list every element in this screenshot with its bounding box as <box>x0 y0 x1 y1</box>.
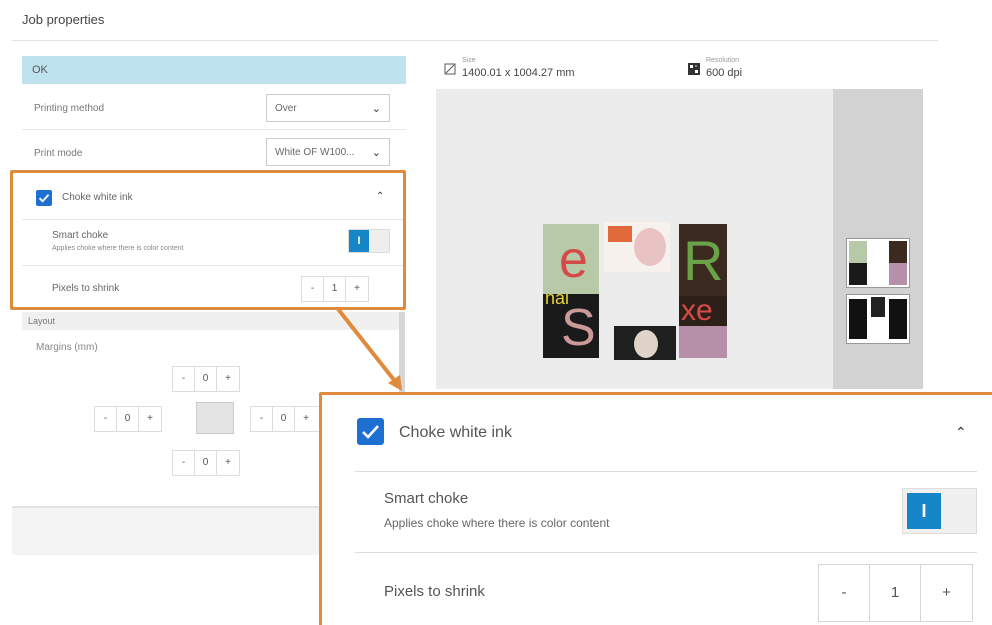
decrement-button[interactable]: - <box>173 367 195 391</box>
ok-status-bar[interactable]: OK <box>22 56 406 84</box>
print-mode-row: Print mode White OF W100... ⌄ <box>22 130 406 174</box>
margin-right-value[interactable]: 0 <box>273 407 295 431</box>
increment-button[interactable]: + <box>217 451 239 475</box>
preview-tile: e <box>543 224 599 294</box>
tile-glyph: S <box>561 299 596 357</box>
zoom-choke-label: Choke white ink <box>399 424 512 441</box>
divider <box>355 552 977 553</box>
preview-tile-photo <box>614 326 676 360</box>
zoom-pixels-to-shrink-label: Pixels to shrink <box>384 583 485 600</box>
printing-method-value: Over <box>275 103 297 114</box>
tile-glyph: xe <box>681 296 713 327</box>
zoom-pixels-value[interactable]: 1 <box>870 565 921 621</box>
divider <box>355 471 977 472</box>
margin-bottom-stepper[interactable]: - 0 + <box>172 450 240 476</box>
margin-preview-square <box>196 402 234 434</box>
title-divider <box>12 40 938 41</box>
preview-tile: R <box>679 224 727 296</box>
margin-bottom-value[interactable]: 0 <box>195 451 217 475</box>
zoom-smart-choke-toggle[interactable]: I <box>902 488 977 534</box>
thumbnail-page-2[interactable] <box>846 294 910 344</box>
printing-method-label: Printing method <box>34 103 105 114</box>
preview-tile: xe <box>679 296 727 358</box>
increment-button[interactable]: + <box>921 565 972 621</box>
window-title: Job properties <box>22 12 105 27</box>
print-mode-value: White OF W100... <box>275 147 355 158</box>
chevron-down-icon: ⌄ <box>371 103 381 115</box>
highlight-callout-source <box>10 170 406 310</box>
decrement-button[interactable]: - <box>251 407 273 431</box>
zoom-smart-choke-description: Applies choke where there is color conte… <box>384 516 610 530</box>
decrement-button[interactable]: - <box>173 451 195 475</box>
printing-method-row: Printing method Over ⌄ <box>22 86 406 130</box>
increment-button[interactable]: + <box>295 407 317 431</box>
resolution-icon <box>688 63 700 75</box>
resolution-value: 600 dpi <box>706 67 743 79</box>
print-mode-select[interactable]: White OF W100... ⌄ <box>266 138 390 166</box>
margin-left-value[interactable]: 0 <box>117 407 139 431</box>
check-icon <box>362 425 379 439</box>
tile-glyph: e <box>559 231 588 289</box>
size-value: 1400.01 x 1004.27 mm <box>462 67 575 79</box>
increment-button[interactable]: + <box>217 367 239 391</box>
print-mode-label: Print mode <box>34 148 83 159</box>
callout-arrow-icon <box>336 307 402 391</box>
chevron-down-icon: ⌄ <box>371 147 381 159</box>
thumbnail-page-1[interactable] <box>846 238 910 288</box>
size-caption: Size <box>462 57 476 64</box>
tile-glyph: R <box>683 229 724 292</box>
preview-tile-photo <box>604 222 670 272</box>
preview-tile: hai S <box>543 294 599 358</box>
margin-right-stepper[interactable]: - 0 + <box>250 406 320 432</box>
decrement-button[interactable]: - <box>95 407 117 431</box>
printing-method-select[interactable]: Over ⌄ <box>266 94 390 122</box>
zoom-pixels-stepper[interactable]: - 1 + <box>818 564 973 622</box>
resolution-caption: Resolution <box>706 57 740 64</box>
margins-label: Margins (mm) <box>36 342 98 353</box>
margin-left-stepper[interactable]: - 0 + <box>94 406 162 432</box>
decrement-button[interactable]: - <box>819 565 870 621</box>
margin-top-value[interactable]: 0 <box>195 367 217 391</box>
size-icon <box>444 63 456 75</box>
zoom-choke-checkbox[interactable] <box>357 418 384 445</box>
chevron-up-icon[interactable]: ⌃ <box>955 424 967 441</box>
margin-top-stepper[interactable]: - 0 + <box>172 366 240 392</box>
increment-button[interactable]: + <box>139 407 161 431</box>
zoom-smart-choke-label: Smart choke <box>384 490 469 507</box>
toggle-knob: I <box>907 493 941 529</box>
